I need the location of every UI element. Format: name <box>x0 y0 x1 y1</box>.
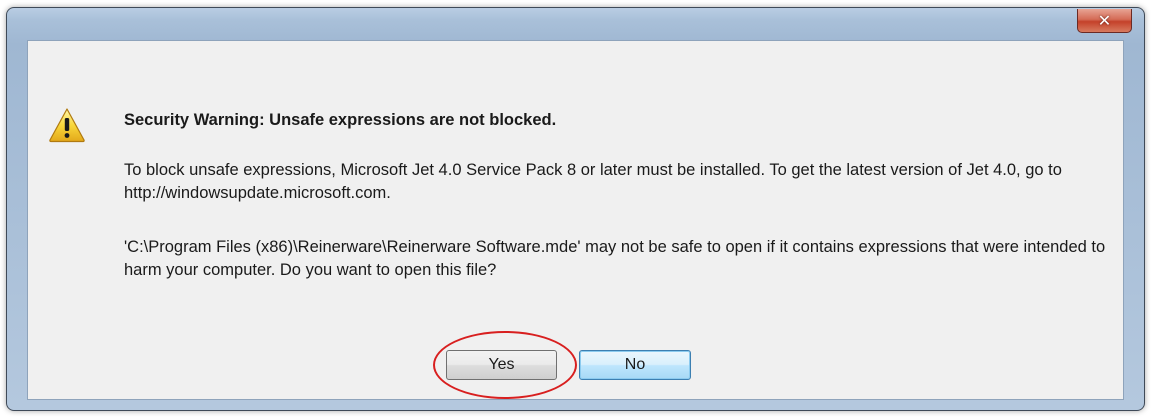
warning-title: Security Warning: Unsafe expressions are… <box>124 111 557 129</box>
warning-message-jet: To block unsafe expressions, Microsoft J… <box>124 161 1062 202</box>
warning-message-file: 'C:\Program Files (x86)\Reinerware\Reine… <box>124 238 1106 279</box>
yes-button[interactable]: Yes <box>446 350 557 380</box>
warning-triangle-icon <box>49 108 85 143</box>
no-button[interactable]: No <box>579 350 691 380</box>
close-button[interactable]: ✕ <box>1077 9 1132 33</box>
close-icon: ✕ <box>1097 11 1112 30</box>
dialog-body: Security Warning: Unsafe expressions are… <box>27 40 1124 400</box>
title-bar[interactable]: ✕ <box>7 8 1144 40</box>
security-warning-dialog: ✕ Security Warning: Unsafe expressions a… <box>6 7 1145 411</box>
